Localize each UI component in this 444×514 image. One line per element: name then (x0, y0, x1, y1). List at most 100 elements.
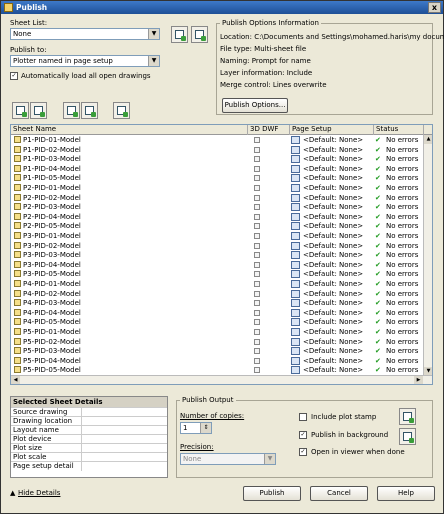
dwf3d-checkbox[interactable] (254, 175, 260, 182)
horizontal-scrollbar[interactable]: ◀ ▶ (11, 375, 432, 384)
page-setup-value[interactable]: <Default: None> (303, 347, 363, 355)
table-row[interactable]: P4-PID-05-Model <Default: None> ✔ No errors (11, 318, 432, 327)
dwf3d-checkbox[interactable] (254, 300, 260, 307)
dwf3d-checkbox[interactable] (254, 367, 260, 374)
table-row[interactable]: P4-PID-02-Model <Default: None> ✔ No errors (11, 289, 432, 298)
dwf3d-checkbox[interactable] (254, 309, 260, 316)
spinner-icon[interactable]: ⇕ (200, 423, 211, 433)
load-sheet-list-button[interactable] (191, 26, 208, 43)
page-setup-value[interactable]: <Default: None> (303, 213, 363, 221)
page-setup-value[interactable]: <Default: None> (303, 318, 363, 326)
hide-details-button[interactable]: Hide Details (18, 489, 60, 497)
dwf3d-checkbox[interactable] (254, 146, 260, 153)
publish-to-select[interactable]: Plotter named in page setup ▼ (10, 55, 160, 67)
title-bar[interactable]: Publish x (1, 1, 443, 14)
dwf3d-checkbox[interactable] (254, 329, 260, 335)
table-row[interactable]: P1-PID-01-Model <Default: None> ✔ No errors (11, 136, 432, 144)
table-row[interactable]: P4-PID-03-Model <Default: None> ✔ No errors (11, 299, 432, 308)
page-setup-value[interactable]: <Default: None> (303, 203, 363, 211)
table-row[interactable]: P2-PID-05-Model <Default: None> ✔ No errors (11, 222, 432, 231)
table-row[interactable]: P5-PID-05-Model <Default: None> ✔ No errors (11, 366, 432, 375)
open-viewer-checkbox[interactable]: ✓ (299, 448, 307, 456)
background-checkbox[interactable]: ✓ (299, 431, 307, 439)
col-page-setup[interactable]: Page Setup (290, 125, 374, 135)
plot-stamp-settings-button[interactable] (399, 408, 416, 425)
table-row[interactable]: P3-PID-05-Model <Default: None> ✔ No errors (11, 270, 432, 279)
table-row[interactable]: P3-PID-04-Model <Default: None> ✔ No errors (11, 260, 432, 269)
page-setup-value[interactable]: <Default: None> (303, 280, 363, 288)
scroll-left-icon[interactable]: ◀ (11, 376, 20, 384)
help-button[interactable]: Help (377, 486, 435, 501)
table-row[interactable]: P5-PID-04-Model <Default: None> ✔ No errors (11, 356, 432, 365)
hide-details-arrow-icon[interactable]: ▲ (10, 489, 15, 497)
dwf3d-checkbox[interactable] (254, 185, 260, 191)
page-setup-value[interactable]: <Default: None> (303, 251, 363, 259)
page-setup-value[interactable]: <Default: None> (303, 299, 363, 307)
col-status[interactable]: Status (374, 125, 424, 135)
col-sheet-name[interactable]: Sheet Name (11, 125, 248, 135)
page-setup-value[interactable]: <Default: None> (303, 366, 363, 374)
remove-sheets-button[interactable] (30, 102, 47, 119)
publish-options-button[interactable]: Publish Options... (222, 98, 288, 113)
table-row[interactable]: P1-PID-04-Model <Default: None> ✔ No errors (11, 164, 432, 173)
table-row[interactable]: P2-PID-02-Model <Default: None> ✔ No errors (11, 193, 432, 202)
dwf3d-checkbox[interactable] (254, 204, 260, 211)
page-setup-value[interactable]: <Default: None> (303, 184, 363, 192)
page-setup-value[interactable]: <Default: None> (303, 136, 363, 144)
move-up-button[interactable] (63, 102, 80, 119)
col-3d-dwf[interactable]: 3D DWF (248, 125, 290, 135)
close-button[interactable]: x (428, 2, 441, 13)
page-setup-value[interactable]: <Default: None> (303, 309, 363, 317)
table-row[interactable]: P5-PID-03-Model <Default: None> ✔ No errors (11, 347, 432, 356)
background-settings-button[interactable] (399, 428, 416, 445)
plot-stamp-checkbox[interactable] (299, 413, 307, 421)
dwf3d-checkbox[interactable] (254, 271, 260, 278)
page-setup-value[interactable]: <Default: None> (303, 328, 363, 336)
sheet-list-select[interactable]: None ▼ (10, 28, 160, 40)
table-row[interactable]: P5-PID-02-Model <Default: None> ✔ No errors (11, 337, 432, 346)
page-setup-value[interactable]: <Default: None> (303, 165, 363, 173)
table-row[interactable]: P2-PID-04-Model <Default: None> ✔ No errors (11, 212, 432, 221)
table-row[interactable]: P3-PID-03-Model <Default: None> ✔ No errors (11, 251, 432, 260)
table-row[interactable]: P4-PID-04-Model <Default: None> ✔ No errors (11, 308, 432, 317)
table-row[interactable]: P1-PID-03-Model <Default: None> ✔ No errors (11, 155, 432, 164)
page-setup-value[interactable]: <Default: None> (303, 270, 363, 278)
scroll-up-icon[interactable]: ▲ (424, 135, 432, 144)
dwf3d-checkbox[interactable] (254, 165, 260, 172)
dwf3d-checkbox[interactable] (254, 338, 260, 345)
dwf3d-checkbox[interactable] (254, 281, 260, 287)
page-setup-value[interactable]: <Default: None> (303, 290, 363, 298)
move-down-button[interactable] (81, 102, 98, 119)
table-row[interactable]: P3-PID-02-Model <Default: None> ✔ No errors (11, 241, 432, 250)
auto-load-checkbox[interactable]: ✓ (10, 72, 18, 80)
dwf3d-checkbox[interactable] (254, 223, 260, 230)
dwf3d-checkbox[interactable] (254, 194, 260, 201)
dwf3d-checkbox[interactable] (254, 233, 260, 239)
cancel-button[interactable]: Cancel (310, 486, 368, 501)
page-setup-value[interactable]: <Default: None> (303, 194, 363, 202)
copies-input[interactable]: 1 ⇕ (180, 422, 212, 434)
page-setup-value[interactable]: <Default: None> (303, 232, 363, 240)
page-setup-value[interactable]: <Default: None> (303, 357, 363, 365)
dwf3d-checkbox[interactable] (254, 242, 260, 249)
page-setup-value[interactable]: <Default: None> (303, 242, 363, 250)
table-row[interactable]: P5-PID-01-Model <Default: None> ✔ No errors (11, 328, 432, 336)
page-setup-value[interactable]: <Default: None> (303, 222, 363, 230)
table-row[interactable]: P1-PID-02-Model <Default: None> ✔ No errors (11, 145, 432, 154)
preview-button[interactable] (113, 102, 130, 119)
add-sheets-button[interactable] (12, 102, 29, 119)
page-setup-value[interactable]: <Default: None> (303, 338, 363, 346)
table-row[interactable]: P3-PID-01-Model <Default: None> ✔ No errors (11, 232, 432, 240)
page-setup-value[interactable]: <Default: None> (303, 155, 363, 163)
save-sheet-list-button[interactable] (171, 26, 188, 43)
vertical-scrollbar[interactable]: ▲ ▼ (423, 135, 432, 376)
dwf3d-checkbox[interactable] (254, 319, 260, 326)
page-setup-value[interactable]: <Default: None> (303, 174, 363, 182)
page-setup-value[interactable]: <Default: None> (303, 261, 363, 269)
table-row[interactable]: P4-PID-01-Model <Default: None> ✔ No errors (11, 280, 432, 288)
dwf3d-checkbox[interactable] (254, 290, 260, 297)
scroll-right-icon[interactable]: ▶ (414, 376, 423, 384)
publish-button[interactable]: Publish (243, 486, 301, 501)
page-setup-value[interactable]: <Default: None> (303, 146, 363, 154)
table-row[interactable]: P1-PID-05-Model <Default: None> ✔ No errors (11, 174, 432, 183)
